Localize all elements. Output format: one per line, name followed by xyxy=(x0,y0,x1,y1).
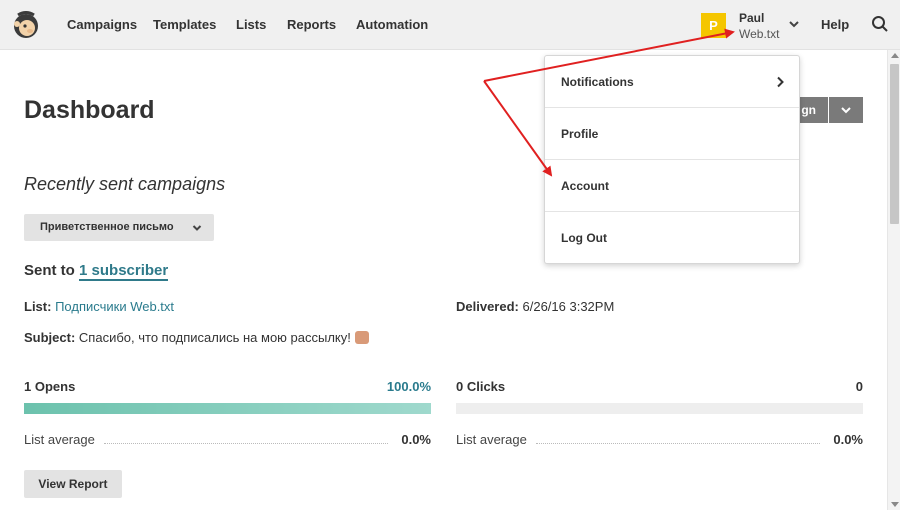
sent-to-line: Sent to 1 subscriber xyxy=(24,262,169,281)
menu-item-label: Profile xyxy=(561,127,599,141)
avatar[interactable]: P xyxy=(701,13,726,38)
sent-to-prefix: Sent to xyxy=(24,262,75,279)
nav-campaigns[interactable]: Campaigns xyxy=(67,17,137,32)
subject-value: Спасибо, что подписались на мою рассылку… xyxy=(78,330,351,345)
thumbs-up-icon xyxy=(354,331,369,344)
search-icon[interactable] xyxy=(871,15,889,33)
help-link[interactable]: Help xyxy=(821,17,849,32)
delivered-info: Delivered: 6/26/16 3:32PM xyxy=(456,299,614,314)
subject-info: Subject: Спасибо, что подписались на мою… xyxy=(24,330,369,345)
scroll-down-arrow-icon[interactable] xyxy=(891,502,899,507)
scroll-thumb[interactable] xyxy=(890,64,899,224)
menu-item-account[interactable]: Account xyxy=(545,160,799,212)
nav-templates[interactable]: Templates xyxy=(153,17,216,32)
opens-percentage: 100.0% xyxy=(386,379,431,394)
annotation-arrow-to-account xyxy=(483,80,553,177)
chevron-right-icon xyxy=(777,76,784,88)
opens-average-value: 0.0% xyxy=(401,432,431,447)
user-dropdown-menu: Notifications Profile Account Log Out xyxy=(544,55,800,264)
view-report-button[interactable]: View Report xyxy=(24,470,122,498)
opens-label: 1 Opens xyxy=(24,379,76,394)
nav-lists[interactable]: Lists xyxy=(236,17,266,32)
menu-item-profile[interactable]: Profile xyxy=(545,108,799,160)
menu-item-label: Account xyxy=(561,179,609,193)
vertical-scrollbar[interactable] xyxy=(887,50,900,510)
clicks-list-average: List average 0.0% xyxy=(456,432,863,448)
opens-progress-bar xyxy=(24,403,431,414)
section-title: Recently sent campaigns xyxy=(24,174,226,194)
campaign-select-value: Приветственное письмо xyxy=(40,221,174,233)
user-name[interactable]: Paul xyxy=(739,11,764,25)
menu-item-notifications[interactable]: Notifications xyxy=(545,56,799,108)
menu-item-label: Notifications xyxy=(561,75,634,89)
clicks-average-label: List average xyxy=(456,432,527,447)
chevron-down-icon xyxy=(841,107,851,114)
dotted-leader xyxy=(536,443,820,444)
subscriber-link[interactable]: 1 subscriber xyxy=(79,262,169,281)
top-navigation: Campaigns Templates Lists Reports Automa… xyxy=(0,0,900,50)
dotted-leader xyxy=(104,443,388,444)
clicks-average-value: 0.0% xyxy=(833,432,863,447)
menu-item-logout[interactable]: Log Out xyxy=(545,212,799,264)
delivered-value: 6/26/16 3:32PM xyxy=(522,299,615,314)
create-campaign-dropdown-button[interactable] xyxy=(829,97,863,123)
chevron-down-icon[interactable] xyxy=(787,17,801,31)
nav-reports[interactable]: Reports xyxy=(287,17,336,32)
scroll-up-arrow-icon[interactable] xyxy=(891,53,899,58)
nav-automation[interactable]: Automation xyxy=(356,17,428,32)
opens-progress-fill xyxy=(24,403,431,414)
chevron-down-icon xyxy=(192,225,202,231)
clicks-progress-bar xyxy=(456,403,863,414)
campaign-select[interactable]: Приветственное письмо xyxy=(24,214,214,241)
mailchimp-logo-icon[interactable] xyxy=(10,9,42,41)
list-link[interactable]: Подписчики Web.txt xyxy=(55,299,174,314)
menu-item-label: Log Out xyxy=(561,231,607,245)
clicks-label: 0 Clicks xyxy=(456,379,506,394)
opens-average-label: List average xyxy=(24,432,95,447)
subject-label: Subject: xyxy=(24,330,76,345)
page-title: Dashboard xyxy=(24,96,155,124)
list-info: List: Подписчики Web.txt xyxy=(24,299,174,314)
delivered-label: Delivered: xyxy=(456,299,519,314)
list-label: List: xyxy=(24,299,52,314)
clicks-count: 0 xyxy=(855,379,863,394)
opens-list-average: List average 0.0% xyxy=(24,432,431,448)
user-organization[interactable]: Web.txt xyxy=(739,27,779,41)
